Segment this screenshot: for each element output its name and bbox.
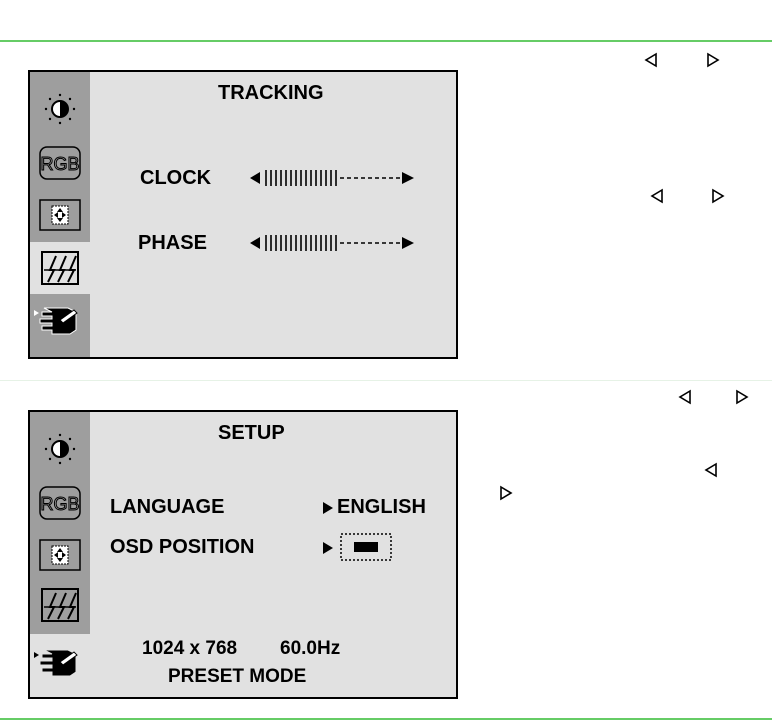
refresh-rate-text: 60.0Hz xyxy=(280,638,341,659)
brightness-contrast-icon[interactable] xyxy=(30,88,90,130)
left-triangle-icon xyxy=(678,389,691,405)
osd-position-pointer-icon xyxy=(323,542,333,554)
tracking-icon[interactable] xyxy=(30,242,90,294)
position-icon[interactable] xyxy=(30,194,90,236)
middle-divider xyxy=(0,380,772,381)
osd-setup-panel: RGB SETUP LANGUAGE ENGLISH OSD POSITION … xyxy=(28,410,458,699)
clock-label: CLOCK xyxy=(140,167,212,189)
language-pointer-icon xyxy=(323,502,333,514)
phase-slider[interactable] xyxy=(250,233,414,253)
osd-title: SETUP xyxy=(218,422,285,444)
tracking-icon[interactable] xyxy=(30,584,90,626)
setup-hand-icon[interactable] xyxy=(30,296,90,344)
left-triangle-icon xyxy=(650,188,663,204)
osd-position-selector[interactable] xyxy=(340,533,392,561)
clock-slider[interactable] xyxy=(250,168,414,188)
osd-title: TRACKING xyxy=(218,82,324,104)
osd-menu-sidebar: RGB xyxy=(30,72,90,357)
language-label: LANGUAGE xyxy=(110,496,225,518)
osd-tracking-panel: RGB TRACKING CLOCK PHASE xyxy=(28,70,458,359)
resolution-text: 1024 x 768 xyxy=(142,638,238,659)
brightness-contrast-icon[interactable] xyxy=(30,428,90,470)
right-triangle-icon xyxy=(736,389,749,405)
position-icon[interactable] xyxy=(30,534,90,576)
osd-position-label: OSD POSITION xyxy=(110,536,255,558)
setup-hand-icon[interactable] xyxy=(30,638,90,686)
bottom-divider xyxy=(0,718,772,720)
right-triangle-icon xyxy=(500,485,513,501)
left-triangle-icon xyxy=(704,462,717,478)
svg-text:RGB: RGB xyxy=(40,494,79,514)
right-triangle-icon xyxy=(712,188,725,204)
rgb-icon[interactable]: RGB xyxy=(30,482,90,524)
rgb-icon[interactable]: RGB xyxy=(30,142,90,184)
right-triangle-icon xyxy=(707,52,720,68)
preset-mode-text: PRESET MODE xyxy=(168,666,307,687)
left-triangle-icon xyxy=(644,52,657,68)
language-value[interactable]: ENGLISH xyxy=(337,496,426,519)
phase-label: PHASE xyxy=(138,232,207,254)
osd-menu-sidebar: RGB xyxy=(30,412,90,634)
top-divider xyxy=(0,40,772,42)
svg-text:RGB: RGB xyxy=(40,154,79,174)
